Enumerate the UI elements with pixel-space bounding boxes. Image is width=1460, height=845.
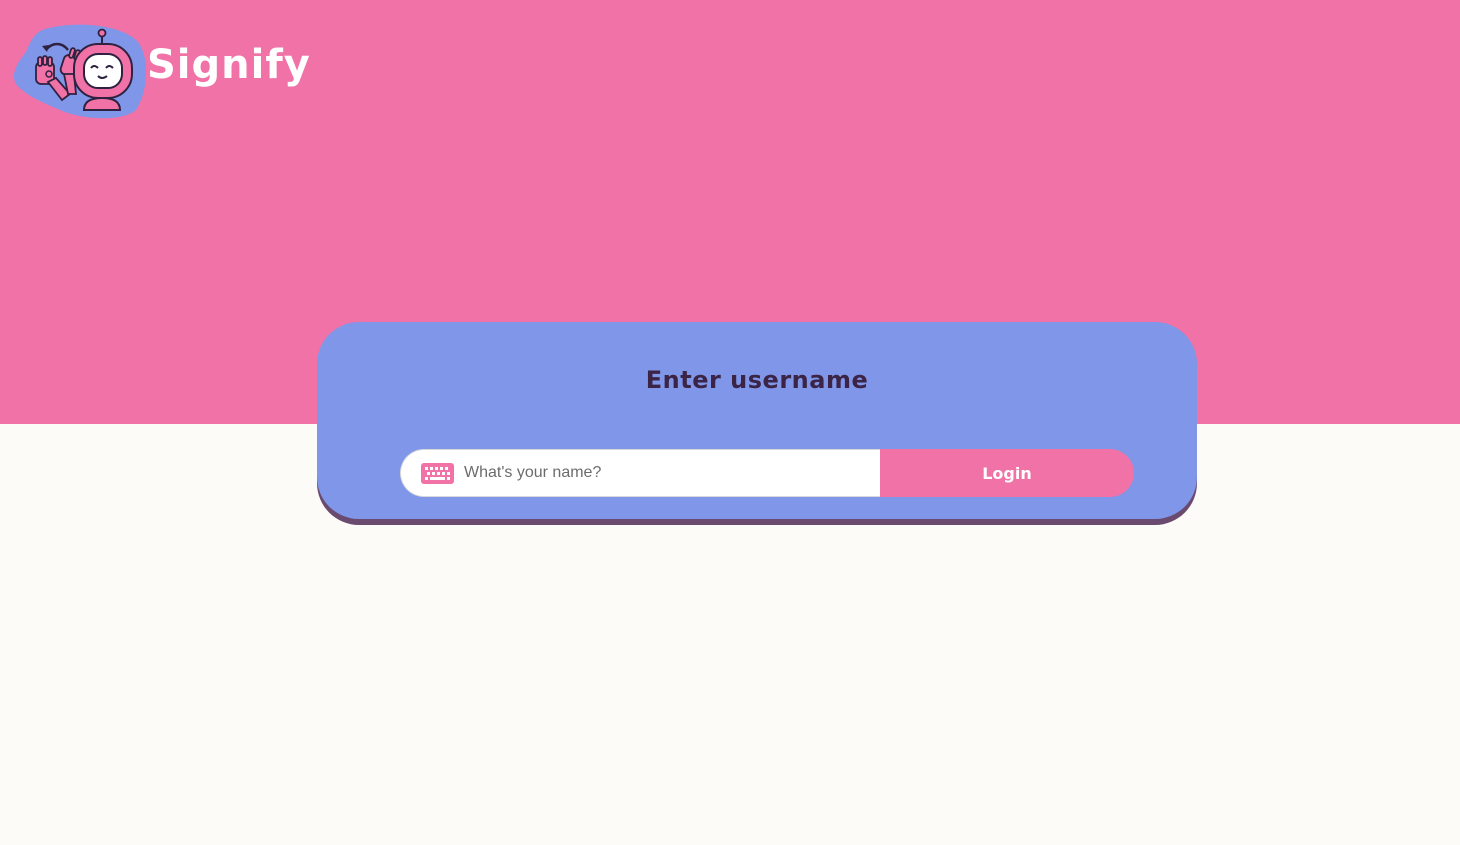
- app-logo[interactable]: Signify: [12, 22, 312, 122]
- robot-signing-icon: [13, 24, 147, 119]
- username-input[interactable]: [462, 452, 866, 494]
- login-card: Enter username What's your name? Login: [317, 322, 1197, 519]
- login-form: Login: [400, 449, 1134, 497]
- username-field[interactable]: [400, 449, 880, 497]
- brand-name: Signify: [147, 42, 311, 88]
- keyboard-icon: [421, 462, 454, 484]
- login-button[interactable]: Login: [880, 449, 1134, 497]
- login-title: Enter username: [645, 366, 869, 394]
